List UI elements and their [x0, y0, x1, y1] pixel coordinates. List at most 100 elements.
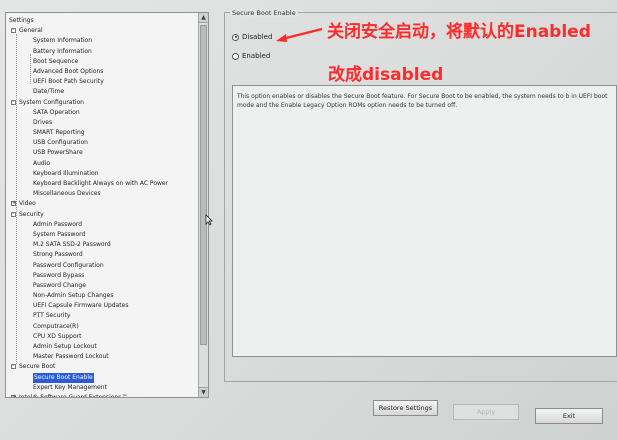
tree-item-label: UEFI Boot Path Security — [33, 78, 104, 86]
tree-guide-line — [16, 34, 17, 364]
tree-item-label: Master Password Lockout — [33, 353, 109, 361]
exit-button[interactable]: Exit — [535, 408, 603, 424]
tree-item-label: PTT Security — [33, 312, 71, 320]
apply-button[interactable]: Apply — [453, 404, 519, 420]
tree-item-label: General — [19, 27, 43, 35]
annotation-arrow-icon — [276, 27, 323, 42]
scroll-down-arrow-icon[interactable]: ▼ — [199, 387, 208, 397]
tree-item-label: CPU XD Support — [33, 332, 82, 340]
tree-item[interactable]: USB Configuration — [6, 138, 198, 148]
bios-setup-screen: Settings - General System Information Batter… — [0, 0, 617, 440]
radio-disabled[interactable]: Disabled — [232, 33, 272, 41]
settings-tree-panel: Settings - General System Information Batter… — [5, 12, 209, 398]
tree-item[interactable]: Computrace(R) — [6, 322, 198, 332]
tree-item[interactable]: M.2 SATA SSD-2 Password — [6, 240, 198, 250]
tree-item[interactable]: USB PowerShare — [6, 148, 198, 158]
tree-item-label: Settings — [9, 17, 34, 24]
tree-item-label: SMART Reporting — [33, 129, 85, 137]
tree-item[interactable]: Admin Setup Lockout — [6, 342, 198, 352]
tree-scrollbar[interactable]: ▲ ▼ — [198, 13, 208, 397]
tree-item[interactable]: Password Change — [6, 281, 198, 291]
tree-item[interactable]: Keyboard Backlight Always on with AC Pow… — [6, 179, 198, 189]
tree-item[interactable]: - General — [6, 26, 198, 36]
tree-item[interactable]: Battery Information — [6, 47, 198, 57]
tree-item[interactable]: + Intel® Software Guard Extensions™ — [6, 393, 198, 398]
tree-item-label: USB Configuration — [33, 139, 88, 147]
mouse-cursor-icon — [205, 214, 213, 226]
tree-item-label: System Configuration — [19, 98, 84, 106]
radio-enabled-indicator[interactable] — [232, 52, 239, 60]
scroll-thumb[interactable] — [200, 25, 207, 345]
tree-item-label: Battery Information — [33, 47, 92, 55]
radio-disabled-indicator[interactable] — [232, 33, 239, 41]
tree-item[interactable]: Audio — [6, 159, 198, 169]
tree-item-label: Miscellaneous Devices — [33, 190, 101, 198]
tree-item-label: Audio — [33, 159, 51, 167]
tree-item[interactable]: Keyboard Illumination — [6, 169, 198, 179]
tree-item[interactable]: Boot Sequence — [6, 57, 198, 67]
radio-enabled-label: Enabled — [242, 52, 271, 60]
tree-item-label: Secure Boot Enable — [33, 372, 94, 383]
tree-item-label: Password Bypass — [33, 271, 85, 279]
tree-guide-line — [30, 54, 31, 84]
tree-item-label: Admin Password — [33, 220, 83, 228]
tree-item-label: Video — [19, 200, 36, 208]
tree-item[interactable]: Drives — [6, 118, 198, 128]
tree-item[interactable]: SATA Operation — [6, 108, 198, 118]
tree-item[interactable]: Advanced Boot Options — [6, 67, 198, 77]
tree-item[interactable]: CPU XD Support — [6, 332, 198, 342]
tree-item-label: System Information — [33, 37, 93, 45]
tree-item-label: Admin Setup Lockout — [33, 343, 97, 350]
tree-item-label: Keyboard Illumination — [33, 169, 99, 177]
tree-item-label: UEFI Capsule Firmware Updates — [33, 302, 129, 310]
tree-item[interactable]: - Security — [6, 210, 198, 220]
tree-item[interactable]: Non-Admin Setup Changes — [6, 291, 198, 301]
tree-item-label: Expert Key Management — [33, 383, 107, 391]
tree-item[interactable]: Settings — [6, 16, 198, 26]
tree-item[interactable]: PTT Security — [6, 311, 198, 321]
tree-item-label: Date/Time — [33, 88, 65, 96]
tree-item[interactable]: Expert Key Management — [6, 383, 198, 393]
annotation-line-1: 关闭安全启动，将默认的Enabled — [327, 22, 591, 42]
tree-item[interactable]: - System Configuration — [6, 98, 198, 108]
collapse-icon[interactable]: - — [11, 364, 16, 370]
tree-item[interactable]: Password Bypass — [6, 271, 198, 281]
restore-settings-button[interactable]: Restore Settings — [373, 400, 438, 416]
tree-item-label: Intel® Software Guard Extensions™ — [19, 393, 128, 398]
expand-icon[interactable]: + — [11, 394, 16, 397]
tree-item-label: Secure Boot — [19, 363, 56, 371]
annotation-line-2: 改成disabled — [328, 65, 444, 85]
tree-item-label: System Password — [33, 230, 86, 238]
tree-item[interactable]: Secure Boot Enable — [6, 372, 198, 383]
tree-item[interactable]: System Information — [6, 36, 198, 46]
tree-item-label: M.2 SATA SSD-2 Password — [33, 241, 111, 249]
settings-tree: Settings - General System Information Batter… — [6, 16, 198, 398]
tree-item[interactable]: + Video — [6, 199, 198, 209]
tree-item[interactable]: Password Configuration — [6, 261, 198, 271]
tree-item-label: Drives — [33, 118, 53, 126]
tree-item[interactable]: System Password — [6, 230, 198, 240]
tree-item-label: Non-Admin Setup Changes — [33, 292, 114, 300]
collapse-icon[interactable]: - — [11, 28, 16, 34]
tree-item-label: Keyboard Backlight Always on with AC Pow… — [33, 180, 169, 187]
tree-item[interactable]: Date/Time — [6, 87, 198, 97]
tree-item-label: Password Configuration — [33, 261, 104, 269]
tree-item[interactable]: Strong Password — [6, 250, 198, 260]
tree-item-label: Boot Sequence — [33, 57, 79, 65]
tree-item[interactable]: - Secure Boot — [6, 362, 198, 372]
tree-item[interactable]: SMART Reporting — [6, 128, 198, 138]
tree-item[interactable]: UEFI Capsule Firmware Updates — [6, 301, 198, 311]
description-box: This option enables or disables the Secu… — [232, 85, 617, 357]
description-text: This option enables or disables the Secu… — [237, 93, 608, 109]
tree-item[interactable]: UEFI Boot Path Security — [6, 77, 198, 87]
tree-item-label: Security — [19, 210, 44, 218]
tree-item[interactable]: Miscellaneous Devices — [6, 189, 198, 199]
tree-item-label: SATA Operation — [33, 108, 80, 116]
tree-item[interactable]: Admin Password — [6, 220, 198, 230]
tree-item-label: Password Change — [33, 281, 86, 289]
scroll-up-arrow-icon[interactable]: ▲ — [199, 13, 208, 23]
tree-item-label: USB PowerShare — [33, 149, 83, 157]
tree-item-label: Computrace(R) — [33, 322, 79, 330]
tree-item[interactable]: Master Password Lockout — [6, 352, 198, 362]
radio-enabled[interactable]: Enabled — [232, 52, 270, 60]
